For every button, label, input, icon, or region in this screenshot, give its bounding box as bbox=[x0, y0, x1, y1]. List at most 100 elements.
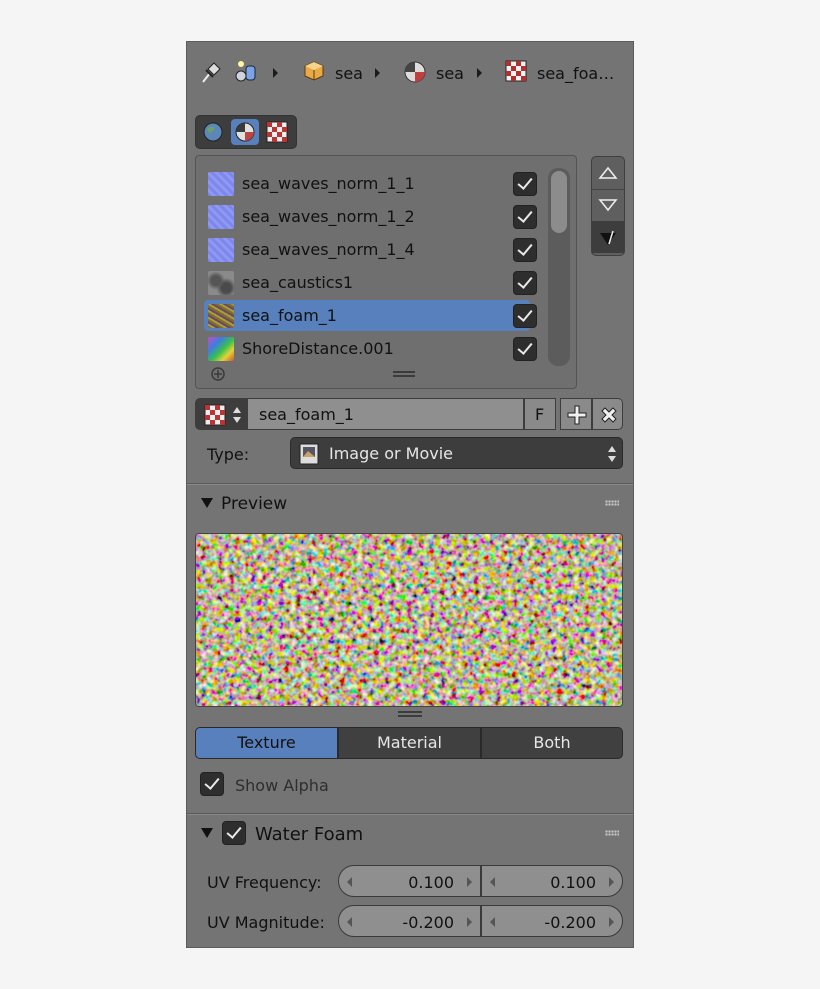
other-texture-button[interactable] bbox=[263, 119, 291, 145]
preview-tab-both[interactable]: Both bbox=[481, 727, 623, 759]
specials-menu-button[interactable] bbox=[592, 221, 624, 253]
properties-panel: sea sea sea_foa… sea_waves_norm_1_1 sea_… bbox=[186, 41, 634, 948]
collapse-triangle-icon[interactable] bbox=[201, 828, 213, 838]
shore-distance-thumbnail bbox=[208, 337, 234, 361]
add-circle-icon[interactable] bbox=[210, 366, 226, 382]
normal-map-thumbnail bbox=[208, 205, 234, 229]
uv-magnitude-label: UV Magnitude: bbox=[207, 913, 325, 932]
foam-thumbnail bbox=[208, 304, 234, 328]
slot-enable-checkbox[interactable] bbox=[513, 238, 537, 262]
texture-checker-icon bbox=[204, 404, 226, 426]
uv-frequency-x-value: 0.100 bbox=[408, 873, 454, 892]
scrollbar-thumb[interactable] bbox=[551, 171, 567, 233]
uv-magnitude-x-field[interactable]: -0.200 bbox=[338, 905, 481, 937]
uv-magnitude-y-value: -0.200 bbox=[544, 913, 596, 932]
close-x-icon bbox=[601, 407, 617, 423]
uv-frequency-x-field[interactable]: 0.100 bbox=[338, 865, 481, 897]
collapse-triangle-icon[interactable] bbox=[201, 498, 213, 508]
water-foam-enable-checkbox[interactable] bbox=[222, 821, 246, 845]
decrement-arrow-icon[interactable] bbox=[347, 917, 352, 927]
slot-name: sea_caustics1 bbox=[242, 273, 354, 292]
list-item-selected[interactable]: sea_foam_1 bbox=[204, 300, 537, 331]
move-up-button[interactable] bbox=[592, 157, 624, 190]
breadcrumb-arrow-icon bbox=[273, 68, 278, 78]
texture-datablock-row: sea_foam_1 F bbox=[195, 398, 623, 430]
breadcrumb-arrow-icon bbox=[375, 68, 380, 78]
drag-grip-icon[interactable] bbox=[605, 830, 619, 836]
slot-name: sea_waves_norm_1_2 bbox=[242, 207, 415, 226]
breadcrumb-texture: sea_foa… bbox=[537, 64, 615, 83]
slot-name: ShoreDistance.001 bbox=[242, 339, 394, 358]
updown-arrows-icon bbox=[233, 407, 241, 423]
slot-enable-checkbox[interactable] bbox=[513, 304, 537, 328]
caustics-thumbnail bbox=[208, 271, 234, 295]
fake-user-label: F bbox=[535, 405, 545, 424]
texture-checker-icon bbox=[266, 121, 288, 143]
show-alpha-label: Show Alpha bbox=[235, 776, 329, 795]
triangle-up-icon bbox=[598, 166, 618, 179]
material-texture-button[interactable] bbox=[231, 119, 259, 145]
uv-magnitude-y-field[interactable]: -0.200 bbox=[481, 905, 623, 937]
increment-arrow-icon[interactable] bbox=[609, 877, 614, 887]
list-scrollbar[interactable] bbox=[548, 168, 570, 366]
resize-handle-icon[interactable] bbox=[392, 370, 416, 380]
normal-map-thumbnail bbox=[208, 172, 234, 196]
list-item[interactable]: ShoreDistance.001 bbox=[204, 333, 537, 364]
browse-texture-button[interactable] bbox=[195, 398, 247, 430]
increment-arrow-icon[interactable] bbox=[467, 877, 472, 887]
material-sphere-icon bbox=[404, 61, 426, 83]
type-value: Image or Movie bbox=[329, 444, 453, 463]
texture-checker-icon bbox=[505, 60, 527, 82]
object-cube-icon bbox=[304, 61, 324, 81]
material-icon bbox=[235, 122, 255, 142]
decrement-arrow-icon[interactable] bbox=[347, 877, 352, 887]
uv-frequency-label: UV Frequency: bbox=[207, 873, 322, 892]
world-texture-button[interactable] bbox=[199, 119, 227, 145]
texture-type-dropdown[interactable]: Image or Movie bbox=[290, 437, 623, 469]
move-down-button[interactable] bbox=[592, 189, 624, 222]
uv-frequency-y-field[interactable]: 0.100 bbox=[481, 865, 623, 897]
uv-frequency-y-value: 0.100 bbox=[550, 873, 596, 892]
uv-magnitude-x-value: -0.200 bbox=[402, 913, 454, 932]
breadcrumb-object: sea bbox=[335, 64, 363, 83]
foam-noise-image bbox=[196, 534, 622, 706]
texture-preview-image bbox=[195, 533, 623, 707]
slot-enable-checkbox[interactable] bbox=[513, 205, 537, 229]
list-item[interactable]: sea_waves_norm_1_1 bbox=[204, 168, 537, 199]
fake-user-button[interactable]: F bbox=[524, 398, 556, 430]
slot-enable-checkbox[interactable] bbox=[513, 271, 537, 295]
preview-tab-texture[interactable]: Texture bbox=[195, 727, 338, 759]
list-item[interactable]: sea_waves_norm_1_4 bbox=[204, 234, 537, 265]
preview-tab-material[interactable]: Material bbox=[338, 727, 481, 759]
image-file-icon bbox=[299, 443, 319, 465]
specials-arrow-icon bbox=[600, 230, 616, 245]
decrement-arrow-icon[interactable] bbox=[490, 917, 495, 927]
slot-order-buttons bbox=[591, 156, 625, 256]
breadcrumb-arrow-icon bbox=[477, 68, 482, 78]
panel-divider bbox=[187, 814, 633, 815]
increment-arrow-icon[interactable] bbox=[467, 917, 472, 927]
plus-icon bbox=[567, 405, 587, 425]
texture-slot-list: sea_waves_norm_1_1 sea_waves_norm_1_2 se… bbox=[195, 155, 577, 389]
texture-context-switch bbox=[195, 115, 297, 149]
type-label: Type: bbox=[207, 445, 250, 464]
slot-name: sea_foam_1 bbox=[242, 306, 337, 325]
slot-enable-checkbox[interactable] bbox=[513, 337, 537, 361]
list-item[interactable]: sea_caustics1 bbox=[204, 267, 537, 298]
world-scene-icon bbox=[235, 61, 256, 82]
increment-arrow-icon[interactable] bbox=[609, 917, 614, 927]
list-item[interactable]: sea_waves_norm_1_2 bbox=[204, 201, 537, 232]
unlink-texture-button[interactable] bbox=[592, 398, 623, 430]
drag-grip-icon[interactable] bbox=[605, 500, 619, 506]
new-texture-button[interactable] bbox=[560, 398, 592, 430]
decrement-arrow-icon[interactable] bbox=[490, 877, 495, 887]
slot-name: sea_waves_norm_1_1 bbox=[242, 174, 415, 193]
slot-enable-checkbox[interactable] bbox=[513, 172, 537, 196]
breadcrumb-material: sea bbox=[436, 64, 464, 83]
updown-arrows-icon bbox=[608, 446, 616, 462]
show-alpha-checkbox[interactable] bbox=[200, 772, 224, 796]
pin-icon[interactable] bbox=[199, 60, 223, 84]
preview-resize-handle-icon[interactable] bbox=[397, 710, 423, 720]
slot-name: sea_waves_norm_1_4 bbox=[242, 240, 415, 259]
texture-name-field[interactable]: sea_foam_1 bbox=[247, 398, 524, 430]
